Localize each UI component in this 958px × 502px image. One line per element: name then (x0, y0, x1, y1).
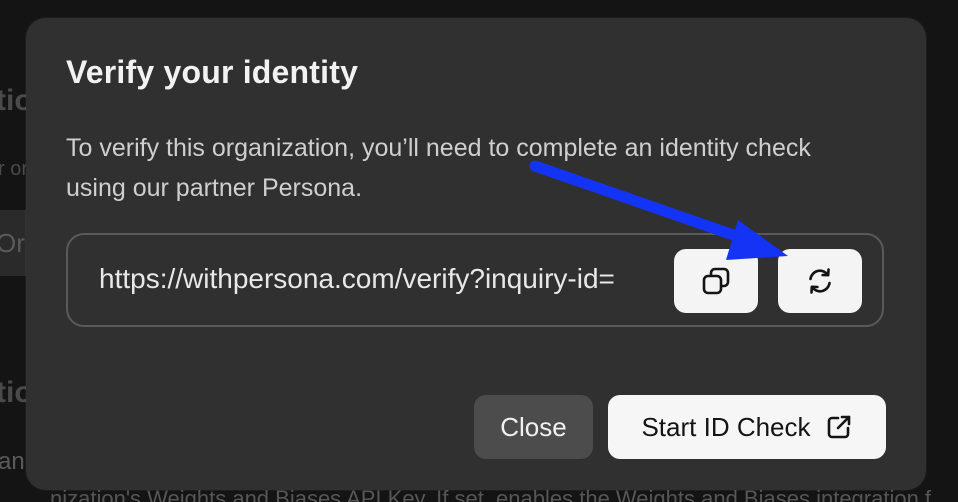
copy-icon (702, 267, 730, 295)
external-link-icon (827, 415, 850, 439)
dialog-description: To verify this organization, you’ll need… (66, 134, 811, 202)
refresh-url-button[interactable] (778, 249, 862, 313)
background-subtext: r or (0, 158, 28, 180)
dialog-title: Verify your identity (66, 54, 359, 90)
start-id-check-label: Start ID Check (641, 411, 811, 442)
copy-url-button[interactable] (674, 249, 758, 313)
refresh-icon (809, 268, 831, 294)
close-button[interactable]: Close (474, 395, 593, 459)
verification-url-field[interactable]: https://withpersona.com/verify?inquiry-i… (66, 233, 884, 327)
start-id-check-button[interactable]: Start ID Check (608, 395, 886, 459)
background-text-line: an (0, 448, 25, 475)
verify-identity-dialog: Verify your identity To verify this orga… (26, 18, 926, 490)
verification-url-text[interactable]: https://withpersona.com/verify?inquiry-i… (99, 263, 665, 295)
